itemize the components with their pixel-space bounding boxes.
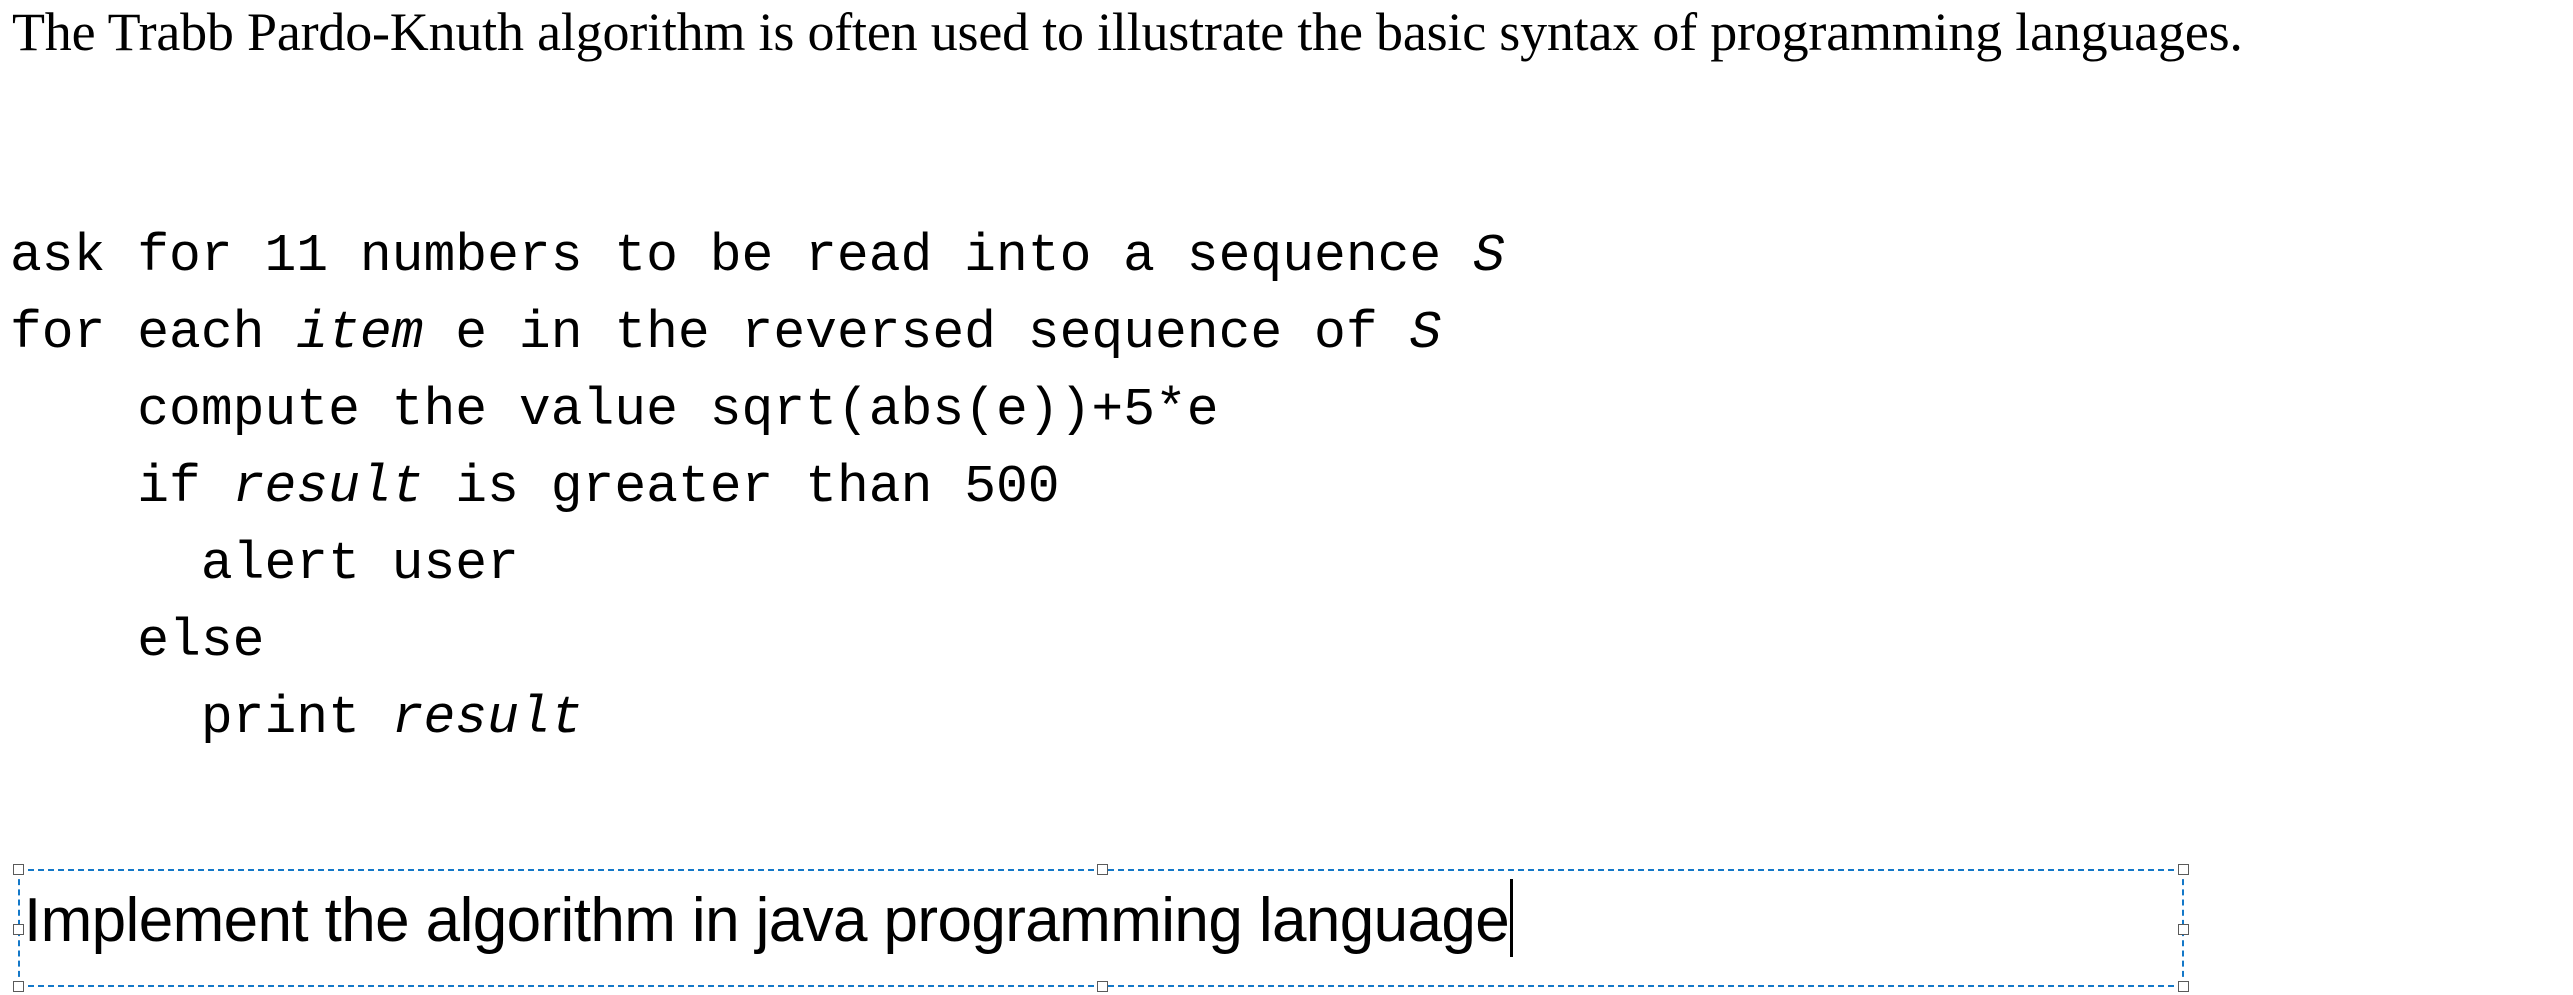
answer-text-box-content[interactable]: Implement the algorithm in java programm… xyxy=(24,879,2164,957)
resize-handle-top-right[interactable] xyxy=(2178,864,2189,875)
pseudocode-line: alert user xyxy=(10,526,1505,603)
pseudocode-text: e in the reversed sequence of xyxy=(423,303,1410,363)
intro-paragraph: The Trabb Pardo-Knuth algorithm is often… xyxy=(12,2,2243,62)
resize-handle-middle-left[interactable] xyxy=(13,924,24,935)
pseudocode-line: for each item e in the reversed sequence… xyxy=(10,295,1505,372)
pseudocode-variable: item xyxy=(296,303,424,363)
answer-text-box-value: Implement the algorithm in java programm… xyxy=(24,886,1510,955)
pseudocode-variable: S xyxy=(1473,226,1505,286)
pseudocode-line: ask for 11 numbers to be read into a seq… xyxy=(10,218,1505,295)
pseudocode-variable: S xyxy=(1409,303,1442,363)
pseudocode-line: print result xyxy=(10,680,1505,757)
pseudocode-block: ask for 11 numbers to be read into a seq… xyxy=(10,218,1505,757)
pseudocode-text: print xyxy=(200,688,392,748)
resize-handle-top-center[interactable] xyxy=(1097,864,1108,875)
pseudocode-text: compute the value sqrt(abs(e))+5*e xyxy=(137,380,1219,440)
pseudocode-text: is greater than 500 xyxy=(423,457,1060,517)
pseudocode-text: ask for 11 numbers to be read into a seq… xyxy=(10,226,1474,286)
pseudocode-line: compute the value sqrt(abs(e))+5*e xyxy=(10,372,1505,449)
resize-handle-bottom-center[interactable] xyxy=(1097,981,1108,992)
resize-handle-top-left[interactable] xyxy=(13,864,24,875)
pseudocode-line: if result is greater than 500 xyxy=(10,449,1505,526)
text-caret xyxy=(1510,879,1514,957)
answer-text-box[interactable]: Implement the algorithm in java programm… xyxy=(13,864,2189,992)
pseudocode-variable: result xyxy=(232,457,424,517)
pseudocode-text: alert user xyxy=(200,534,519,594)
resize-handle-bottom-left[interactable] xyxy=(13,981,24,992)
pseudocode-text: for each xyxy=(10,303,297,363)
pseudocode-text: if xyxy=(137,457,233,517)
resize-handle-bottom-right[interactable] xyxy=(2178,981,2189,992)
pseudocode-text: else xyxy=(137,611,265,671)
resize-handle-middle-right[interactable] xyxy=(2178,924,2189,935)
pseudocode-line: else xyxy=(10,603,1505,680)
pseudocode-variable: result xyxy=(391,688,583,748)
